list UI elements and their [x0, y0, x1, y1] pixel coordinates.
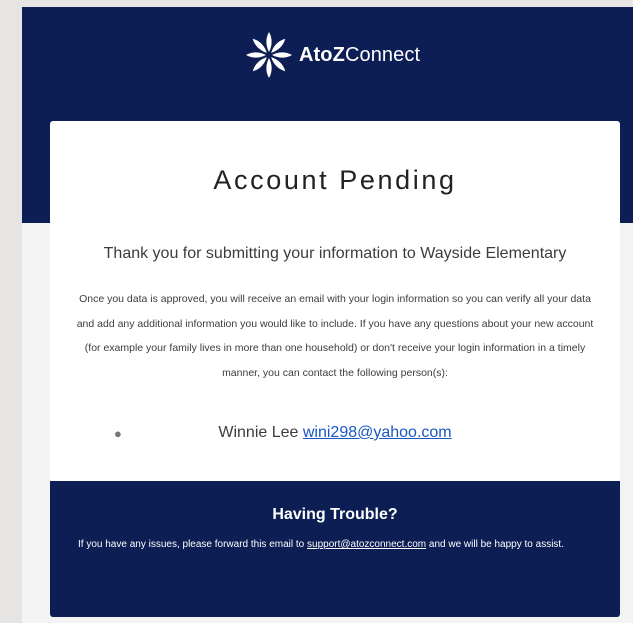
brand-logo: AtoZConnect [243, 29, 420, 81]
contact-line: Winnie Lee wini298@yahoo.com [50, 424, 620, 442]
thanks-heading: Thank you for submitting your informatio… [103, 245, 567, 262]
brand-name-bold: AtoZ [299, 43, 345, 66]
page-title: Account Pending [213, 165, 457, 195]
footer-title: Having Trouble? [272, 506, 398, 523]
contact-list-item: ● Winnie Lee wini298@yahoo.com [50, 424, 620, 448]
footer-text-after: and we will be happy to assist. [426, 539, 564, 550]
email-body: AtoZConnect Account Pending Thank you fo… [22, 7, 633, 623]
brand-name-regular: Connect [344, 43, 421, 66]
brand-name: AtoZConnect [299, 44, 420, 67]
body-paragraph: Once you data is approved, you will rece… [76, 293, 594, 379]
content-card: Account Pending Thank you for submitting… [50, 121, 620, 481]
footer-text: If you have any issues, please forward t… [78, 537, 592, 552]
contact-name: Winnie Lee [218, 424, 299, 441]
support-email-link[interactable]: support@atozconnect.com [307, 539, 426, 550]
contact-email-link[interactable]: wini298@yahoo.com [303, 424, 452, 441]
flower-logo-icon [246, 32, 292, 78]
help-footer: Having Trouble? If you have any issues, … [50, 481, 620, 617]
footer-text-before: If you have any issues, please forward t… [78, 539, 308, 550]
